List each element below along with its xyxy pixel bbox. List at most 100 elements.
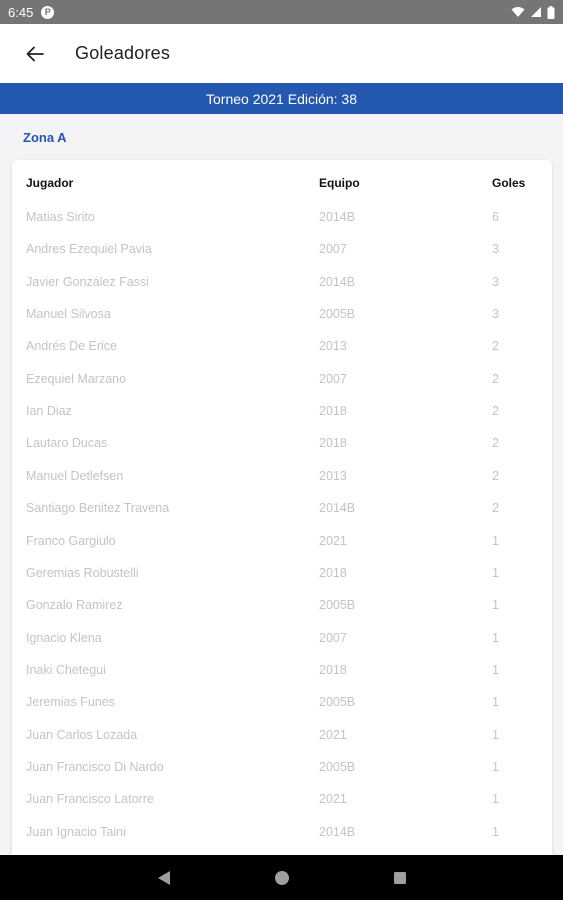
- player-cell: Gonzalo Ramirez: [26, 598, 123, 613]
- nav-home-button[interactable]: [267, 863, 297, 893]
- goals-cell: 1: [492, 630, 499, 645]
- table-row: Andrés De Erice 2013 2: [12, 331, 552, 363]
- team-cell: 2005B: [319, 307, 356, 322]
- table-row: Ezequiel Marzano 2007 2: [12, 364, 552, 396]
- scorers-card: Jugador Equipo Goles Matias Sirito 2014B 6…: [12, 160, 552, 900]
- player-cell: Andrés De Erice: [26, 339, 118, 354]
- table-row: Matias Sirito 2014B 6: [12, 202, 552, 234]
- zone-title: Zona A: [23, 130, 67, 145]
- notification-p-icon: P: [41, 5, 55, 19]
- team-cell: 2007: [319, 630, 347, 645]
- goals-cell: 2: [492, 468, 499, 483]
- team-cell: 2021: [319, 533, 347, 548]
- navigation-bar: [0, 855, 563, 900]
- triangle-back-icon: [157, 870, 170, 885]
- battery-icon: [547, 5, 555, 19]
- player-cell: Ezequiel Marzano: [26, 371, 127, 386]
- player-cell: Juan Francisco Di Nardo: [26, 759, 164, 774]
- header-goals: Goles: [492, 176, 526, 190]
- nav-back-button[interactable]: [149, 863, 179, 893]
- player-cell: Jeremias Funes: [26, 695, 115, 710]
- team-cell: 2014B: [319, 274, 356, 289]
- player-cell: Lautaro Ducas: [26, 436, 108, 451]
- header-team: Equipo: [319, 176, 360, 190]
- header-player: Jugador: [26, 176, 74, 190]
- goals-cell: 2: [492, 371, 499, 386]
- app-bar: Goleadores: [0, 24, 563, 83]
- team-cell: 2005B: [319, 598, 356, 613]
- player-cell: Manuel Detlefsen: [26, 468, 124, 483]
- table-row: Ignacio Klena 2007 1: [12, 623, 552, 655]
- team-cell: 2007: [319, 371, 347, 386]
- goals-cell: 1: [492, 598, 499, 613]
- table-header: Jugador Equipo Goles: [12, 174, 552, 194]
- table-row: Gonzalo Ramirez 2005B 1: [12, 590, 552, 622]
- team-cell: 2018: [319, 565, 347, 580]
- goals-cell: 2: [492, 404, 499, 419]
- player-cell: Santiago Benitez Travena: [26, 501, 170, 516]
- table-row: Manuel Detlefsen 2013 2: [12, 461, 552, 493]
- goals-cell: 3: [492, 274, 499, 289]
- player-cell: Andres Ezequiel Pavia: [26, 242, 152, 257]
- goals-cell: 3: [492, 242, 499, 257]
- goals-cell: 6: [492, 210, 499, 224]
- arrow-left-icon: [26, 46, 44, 61]
- player-cell: Juan Carlos Lozada: [26, 727, 138, 742]
- signal-icon: [531, 7, 541, 17]
- status-time: 6:45: [8, 4, 34, 20]
- goals-cell: 2: [492, 436, 499, 451]
- player-cell: Juan Ignacio Taini: [26, 824, 126, 839]
- back-button[interactable]: [0, 24, 70, 83]
- team-cell: 2021: [319, 792, 347, 807]
- goals-cell: 1: [492, 662, 499, 677]
- table-row: Juan Francisco Latorre 2021 1: [12, 784, 552, 816]
- team-cell: 2021: [319, 727, 347, 742]
- player-cell: Matias Sirito: [26, 210, 95, 224]
- goals-cell: 1: [492, 759, 499, 774]
- table-row: Andres Ezequiel Pavia 2007 3: [12, 234, 552, 266]
- player-cell: Ian Diaz: [26, 404, 72, 419]
- table-row: Franco Gargiulo 2021 1: [12, 526, 552, 558]
- player-cell: Juan Francisco Latorre: [26, 792, 154, 807]
- team-cell: 2013: [319, 339, 347, 354]
- square-recents-icon: [393, 871, 406, 884]
- team-cell: 2005B: [319, 695, 356, 710]
- team-cell: 2014B: [319, 824, 356, 839]
- table-row: Santiago Benitez Travena 2014B 2: [12, 493, 552, 525]
- nav-recents-button[interactable]: [385, 863, 415, 893]
- status-bar: 6:45 P: [0, 0, 563, 24]
- player-cell: Javier González Fassi: [26, 274, 149, 289]
- team-cell: 2018: [319, 662, 347, 677]
- goals-cell: 2: [492, 501, 499, 516]
- tournament-banner: Torneo 2021 Edición: 38: [0, 83, 563, 114]
- goals-cell: 1: [492, 727, 499, 742]
- goals-cell: 1: [492, 533, 499, 548]
- player-cell: Franco Gargiulo: [26, 533, 116, 548]
- player-cell: Geremias Robustelli: [26, 565, 139, 580]
- table-row: Inaki Chetegui 2018 1: [12, 655, 552, 687]
- table-row: Lautaro Ducas 2018 2: [12, 428, 552, 460]
- team-cell: 2013: [319, 468, 347, 483]
- player-cell: Inaki Chetegui: [26, 662, 106, 677]
- table-row: Juan Francisco Di Nardo 2005B 1: [12, 752, 552, 784]
- status-icons: [511, 5, 555, 19]
- player-cell: Ignacio Klena: [26, 630, 102, 645]
- team-cell: 2014B: [319, 210, 356, 224]
- goals-cell: 1: [492, 824, 499, 839]
- goals-cell: 2: [492, 339, 499, 354]
- page-title: Goleadores: [75, 43, 171, 63]
- table-row: Javier González Fassi 2014B 3: [12, 267, 552, 299]
- player-cell: Manuel Silvosa: [26, 307, 111, 322]
- table-row: Juan Carlos Lozada 2021 1: [12, 720, 552, 752]
- team-cell: 2007: [319, 242, 347, 257]
- table-row: Jeremias Funes 2005B 1: [12, 687, 552, 719]
- table-row: Ian Diaz 2018 2: [12, 396, 552, 428]
- team-cell: 2018: [319, 436, 347, 451]
- table-row: Manuel Silvosa 2005B 3: [12, 299, 552, 331]
- table-row: Juan Ignacio Taini 2014B 1: [12, 817, 552, 849]
- goals-cell: 3: [492, 307, 499, 322]
- team-cell: 2005B: [319, 759, 356, 774]
- circle-home-icon: [274, 870, 289, 885]
- goals-cell: 1: [492, 695, 499, 710]
- team-cell: 2014B: [319, 501, 356, 516]
